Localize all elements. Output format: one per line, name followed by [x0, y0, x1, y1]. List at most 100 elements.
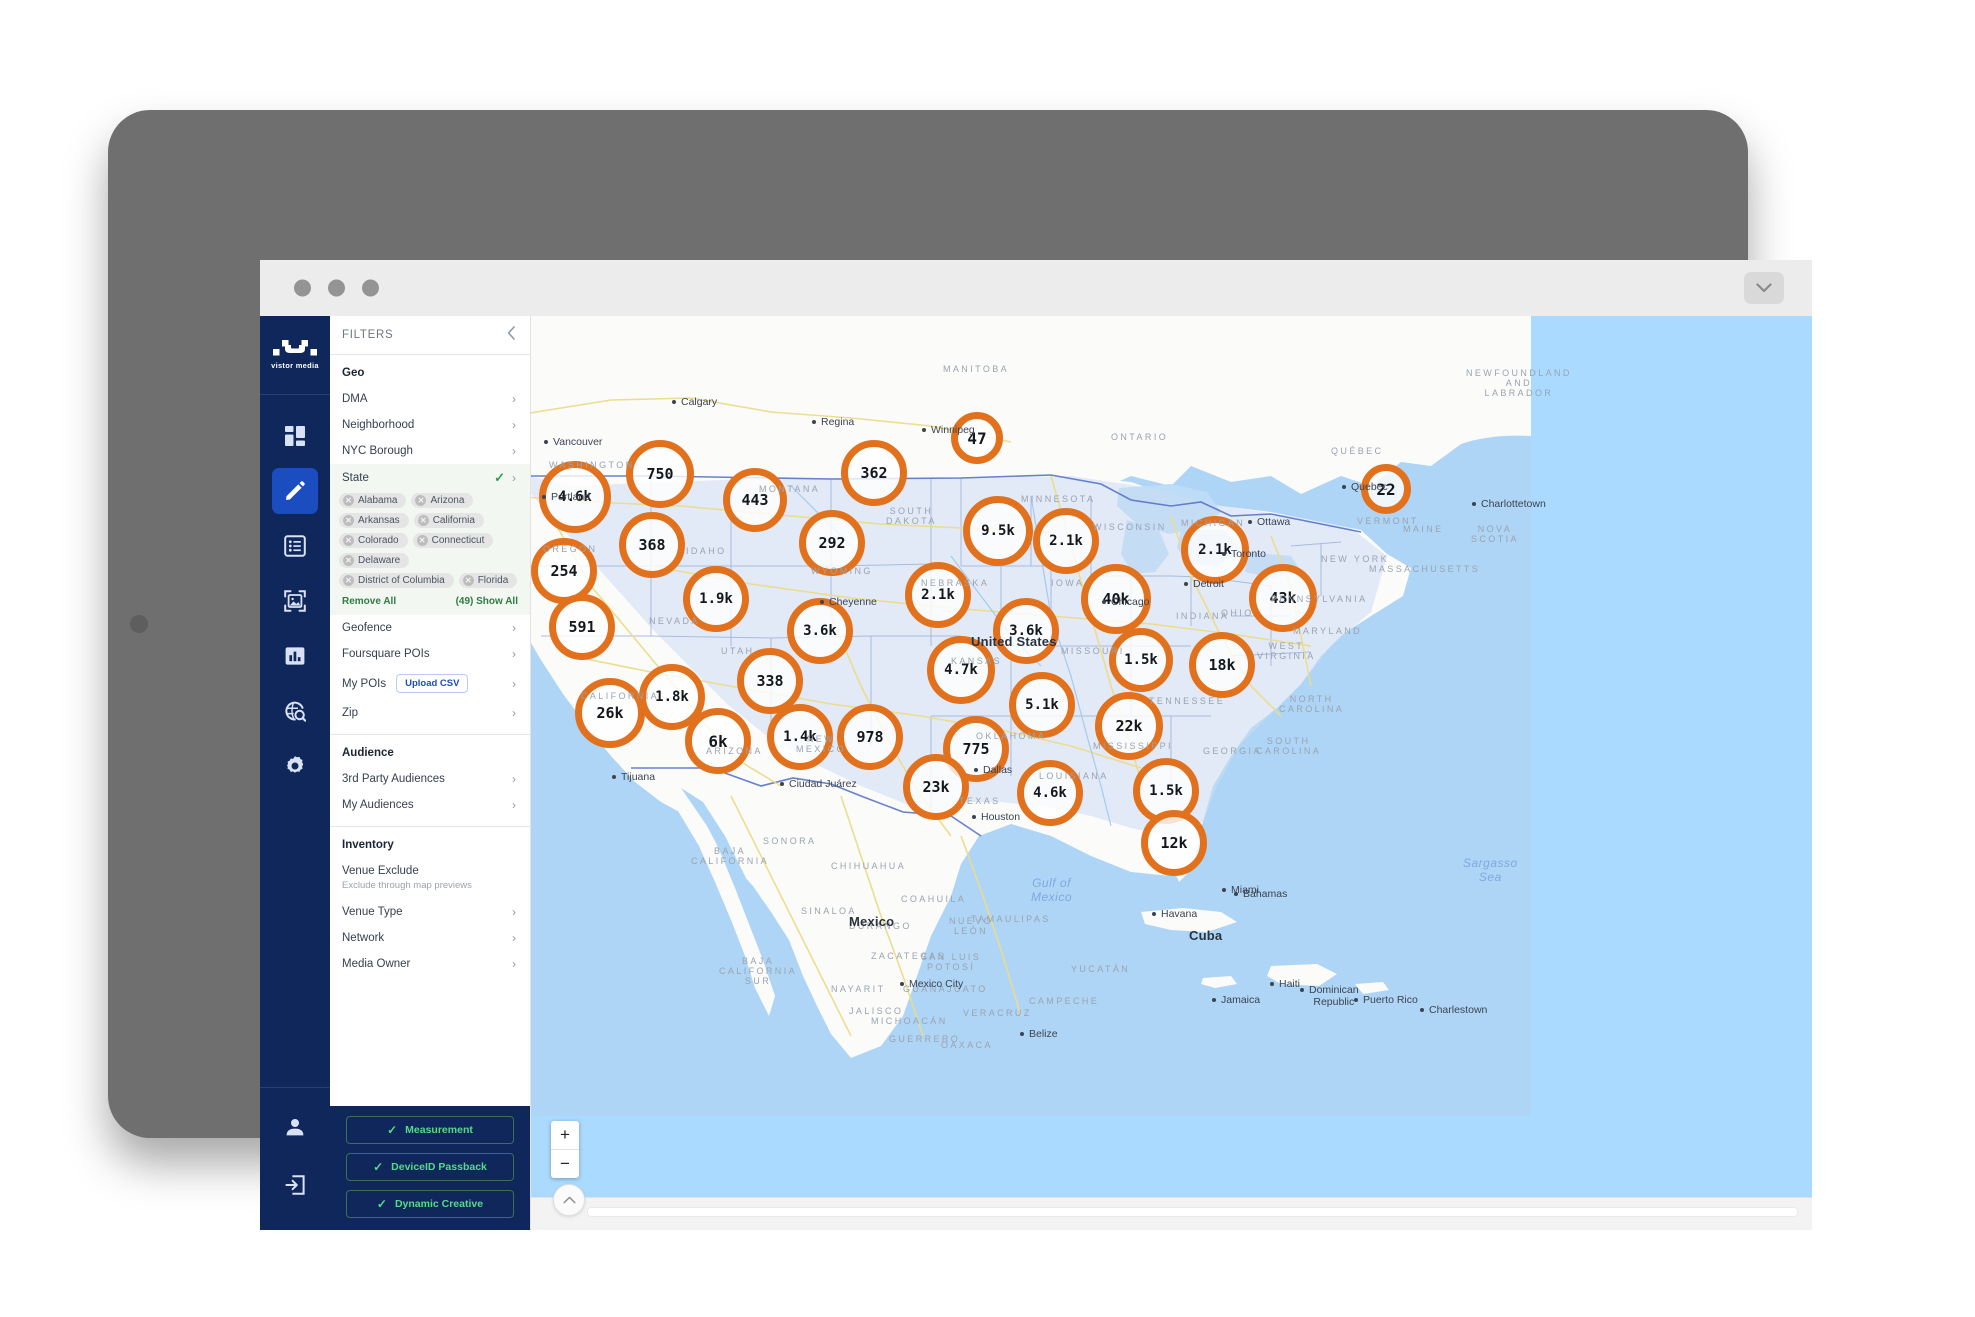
state-chip[interactable]: ✕ Alabama: [339, 493, 407, 508]
map-bubble[interactable]: 1.5k: [1109, 628, 1173, 692]
map-bubble[interactable]: 292: [799, 510, 865, 576]
map-bubble[interactable]: 3.6k: [787, 598, 853, 664]
state-chip[interactable]: ✕ Delaware: [339, 553, 410, 568]
map-bubble[interactable]: 2.1k: [1181, 516, 1249, 584]
map-bubble[interactable]: 1.9k: [683, 566, 749, 632]
map-bubble-value: 3.6k: [1009, 623, 1043, 639]
state-chip[interactable]: ✕ District of Columbia: [339, 573, 454, 588]
rail-item-logout[interactable]: [272, 1162, 318, 1208]
filter-row-dma[interactable]: DMA ›: [330, 386, 530, 412]
circle-x-icon[interactable]: ✕: [462, 575, 474, 586]
map-bubble[interactable]: 47: [951, 412, 1003, 464]
state-chip[interactable]: ✕ Colorado: [339, 533, 408, 548]
dynamic-creative-toggle-button[interactable]: ✓ Dynamic Creative: [346, 1190, 514, 1218]
map-bubble[interactable]: 18k: [1189, 632, 1255, 698]
map-bubble[interactable]: 9.5k: [963, 496, 1033, 566]
map-bubble[interactable]: 591: [549, 594, 615, 660]
rail-item-geo-explorer[interactable]: [272, 688, 318, 734]
remove-all-link[interactable]: Remove All: [342, 596, 396, 607]
map-bubble[interactable]: 4.7k: [927, 636, 995, 704]
state-chip[interactable]: ✕ Arkansas: [339, 513, 409, 528]
map-bubble[interactable]: 23k: [903, 754, 969, 820]
zoom-out-button[interactable]: −: [551, 1150, 579, 1178]
map-bubble[interactable]: 443: [723, 468, 787, 532]
bar-chart-icon: [285, 647, 305, 665]
state-chip[interactable]: ✕ Connecticut: [412, 533, 494, 548]
state-chip[interactable]: ✕ Florida: [458, 573, 518, 588]
filter-row-nyc-borough[interactable]: NYC Borough ›: [330, 438, 530, 464]
filter-row-geofence[interactable]: Geofence ›: [330, 615, 530, 641]
circle-x-icon[interactable]: ✕: [415, 495, 427, 506]
window-close-dot[interactable]: [294, 279, 311, 297]
deviceid-passback-toggle-button[interactable]: ✓ DeviceID Passback: [346, 1153, 514, 1181]
section-heading-geo: Geo: [342, 367, 365, 379]
state-chip[interactable]: ✕ Arizona: [411, 493, 474, 508]
circle-x-icon[interactable]: ✕: [343, 535, 354, 546]
rail-item-account[interactable]: [272, 1104, 318, 1150]
map-bubble-value: 4.6k: [1033, 785, 1067, 801]
state-chip[interactable]: ✕ California: [413, 513, 484, 528]
state-chip-label: Arizona: [430, 495, 465, 506]
rail-item-settings[interactable]: [272, 743, 318, 789]
map-bubble[interactable]: 40k: [1081, 564, 1151, 634]
chevron-right-icon: ›: [512, 772, 516, 786]
map-container[interactable]: 4.6k 750 443 362 47 22 254 368 292 9.5k 2.1k 2.1k 59…: [531, 316, 1812, 1230]
map-bubble[interactable]: 978: [837, 704, 903, 770]
map-bubble[interactable]: 750: [626, 440, 694, 508]
state-chip-label: Florida: [477, 575, 509, 586]
window-minimize-dot[interactable]: [328, 279, 345, 297]
filter-row-network[interactable]: Network ›: [330, 925, 530, 951]
brand-logo[interactable]: vistor media: [260, 316, 330, 395]
map-bubble[interactable]: 43k: [1249, 564, 1317, 632]
map-bubble[interactable]: 4.6k: [539, 461, 611, 533]
filter-row-zip[interactable]: Zip ›: [330, 700, 530, 726]
rail-item-dashboard[interactable]: [272, 413, 318, 459]
map-bubble[interactable]: 22k: [1095, 692, 1163, 760]
circle-x-icon[interactable]: ✕: [343, 495, 354, 506]
measurement-toggle-button[interactable]: ✓ Measurement: [346, 1116, 514, 1144]
map-bubble[interactable]: 4.6k: [1017, 760, 1083, 826]
map-bubble[interactable]: 3.6k: [993, 598, 1059, 664]
filter-row-foursquare-pois[interactable]: Foursquare POIs ›: [330, 641, 530, 667]
collapse-filters-button[interactable]: [507, 325, 516, 345]
expand-bottom-panel-button[interactable]: [553, 1184, 585, 1216]
show-all-link[interactable]: (49) Show All: [456, 596, 518, 607]
map-bubble[interactable]: 2.1k: [905, 562, 971, 628]
circle-x-icon[interactable]: ✕: [343, 575, 354, 586]
map-bubble[interactable]: 5.1k: [1009, 672, 1075, 738]
filter-row-neighborhood[interactable]: Neighborhood ›: [330, 412, 530, 438]
filter-row-label: Zip: [342, 707, 358, 719]
map-bubble-value: 443: [741, 491, 769, 509]
logout-icon: [285, 1175, 305, 1195]
map-bubble[interactable]: 368: [619, 512, 685, 578]
filter-row-3rd-party-audiences[interactable]: 3rd Party Audiences ›: [330, 766, 530, 792]
circle-x-icon[interactable]: ✕: [416, 535, 428, 546]
map-bubble-value: 2.1k: [1049, 533, 1083, 549]
bottom-panel-handle[interactable]: [587, 1207, 1798, 1217]
rail-item-reports[interactable]: [272, 633, 318, 679]
filter-row-my-audiences[interactable]: My Audiences ›: [330, 792, 530, 818]
chevron-up-icon: [562, 1196, 576, 1204]
rail-item-creatives[interactable]: [272, 578, 318, 624]
zoom-in-button[interactable]: +: [551, 1121, 579, 1150]
map-bubble[interactable]: 6k: [685, 708, 751, 774]
circle-x-icon[interactable]: ✕: [343, 555, 354, 566]
filter-row-media-owner[interactable]: Media Owner ›: [330, 951, 530, 977]
map-bubble[interactable]: 12k: [1141, 810, 1207, 876]
map-bubble[interactable]: 2.1k: [1033, 508, 1099, 574]
circle-x-icon[interactable]: ✕: [417, 515, 429, 526]
map-bubble[interactable]: 26k: [575, 678, 645, 748]
rail-item-lists[interactable]: [272, 523, 318, 569]
filter-row-my-pois[interactable]: My POIs Upload CSV ›: [330, 667, 530, 700]
filters-scroll-area[interactable]: Geo DMA › Neighborhood › NYC Borough › S…: [330, 355, 530, 1230]
map-bubble[interactable]: 22: [1361, 464, 1411, 514]
collapse-toolbar-button[interactable]: [1744, 272, 1784, 304]
rail-item-campaign-builder[interactable]: [272, 468, 318, 514]
upload-csv-button[interactable]: Upload CSV: [396, 674, 469, 693]
filter-row-state[interactable]: State ✓ ›: [330, 464, 530, 491]
map-bubble[interactable]: 1.4k: [767, 704, 833, 770]
circle-x-icon[interactable]: ✕: [343, 515, 354, 526]
map-bubble[interactable]: 362: [841, 440, 907, 506]
window-maximize-dot[interactable]: [362, 279, 379, 297]
filter-row-venue-type[interactable]: Venue Type ›: [330, 899, 530, 925]
